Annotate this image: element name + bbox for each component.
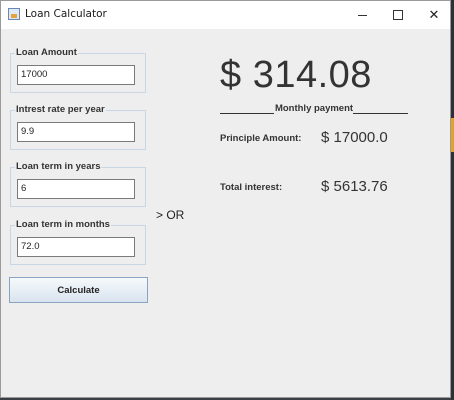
term-years-label: Loan term in years — [15, 161, 102, 172]
app-icon — [8, 8, 20, 20]
title-bar[interactable]: Loan Calculator ✕ — [1, 1, 450, 29]
minimize-button[interactable] — [344, 1, 380, 29]
caption-underline-right — [353, 113, 408, 114]
principal-value: $ 17000.0 — [321, 129, 388, 146]
close-icon: ✕ — [428, 7, 440, 23]
or-label: > OR — [156, 208, 185, 222]
maximize-icon — [393, 10, 403, 20]
term-years-input[interactable]: 6 — [17, 179, 135, 199]
interest-rate-label: Intrest rate per year — [15, 104, 106, 115]
interest-rate-group: Intrest rate per year 9.9 — [10, 104, 146, 150]
loan-amount-group: Loan Amount 17000 — [10, 47, 146, 93]
monthly-payment-value: $ 314.08 — [220, 54, 372, 96]
term-years-group: Loan term in years 6 — [10, 161, 146, 207]
calculate-button[interactable]: Calculate — [9, 277, 148, 303]
loan-amount-input[interactable]: 17000 — [17, 65, 135, 85]
total-interest-label: Total interest: — [220, 182, 283, 193]
principal-label: Principle Amount: — [220, 133, 302, 144]
term-months-input[interactable]: 72.0 — [17, 237, 135, 257]
window-title: Loan Calculator — [25, 8, 107, 20]
interest-rate-input[interactable]: 9.9 — [17, 122, 135, 142]
term-months-group: Loan term in months 72.0 — [10, 219, 146, 265]
minimize-icon — [357, 14, 367, 16]
close-button[interactable]: ✕ — [416, 1, 452, 29]
maximize-button[interactable] — [380, 1, 416, 29]
loan-calculator-window: Loan Calculator ✕ Loan Amount 17000 Intr… — [0, 0, 451, 398]
term-months-label: Loan term in months — [15, 219, 111, 230]
total-interest-value: $ 5613.76 — [321, 178, 388, 195]
loan-amount-label: Loan Amount — [15, 47, 78, 58]
